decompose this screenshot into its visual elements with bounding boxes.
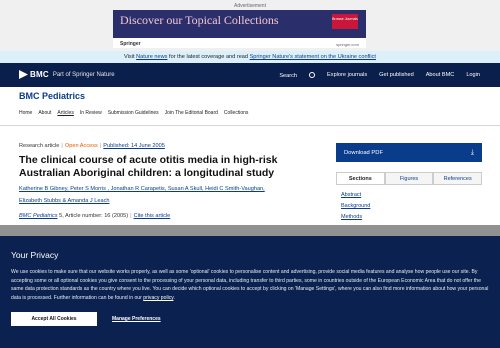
open-access-badge: Open Access (64, 143, 98, 149)
journal-nav-about[interactable]: About (38, 110, 51, 116)
ad-footer-bar (113, 38, 366, 48)
tab-sections[interactable]: Sections (336, 172, 385, 184)
bmc-logo-icon (19, 70, 28, 79)
logo-text: BMC (30, 70, 49, 79)
journal-nav-collections[interactable]: Collections (224, 110, 248, 116)
accept-all-cookies-button[interactable]: Accept All Cookies (11, 312, 97, 326)
notice-middle: for the latest coverage and read (167, 54, 250, 60)
ad-strip: Advertisement Discover our Topical Colle… (0, 0, 500, 51)
download-icon: ⤓ (470, 149, 474, 156)
download-pdf-button[interactable]: Download PDF ⤓ (336, 143, 482, 162)
privacy-body: We use cookies to make sure that our web… (11, 269, 489, 301)
section-link-methods[interactable]: Methods (341, 212, 370, 223)
search-label: Search (279, 73, 298, 79)
journal-nav: Home About Articles In Review Submission… (19, 110, 254, 116)
journal-nav-submission-guidelines[interactable]: Submission Guidelines (108, 110, 159, 116)
ad-sponsor: Springer (120, 41, 141, 47)
ad-label: Advertisement (234, 3, 266, 9)
authors-line-2[interactable]: Elizabeth Stubbs & Amanda J Leach (19, 198, 110, 204)
ad-url: springer.com (336, 42, 359, 47)
ad-title: Discover our Topical Collections (120, 13, 279, 27)
privacy-body-text: We use cookies to make sure that our web… (11, 269, 489, 301)
ad-badge: Browse Journals (332, 14, 358, 29)
download-pdf-label: Download PDF (344, 149, 383, 156)
about-bmc-link[interactable]: About BMC (426, 72, 455, 78)
section-link-background[interactable]: Background (341, 201, 370, 212)
notice-prefix: Visit (124, 54, 137, 60)
search-icon (309, 72, 316, 78)
journal-nav-home[interactable]: Home (19, 110, 32, 116)
citation-line: BMC Pediatrics 5, Article number: 16 (20… (19, 213, 171, 219)
bmc-logo[interactable]: BMC Part of Springer Nature (19, 70, 115, 79)
section-link-abstract[interactable]: Abstract (341, 190, 370, 201)
get-published-link[interactable]: Get published (379, 72, 414, 78)
journal-nav-articles[interactable]: Articles (57, 110, 73, 116)
journal-nav-editorial-board[interactable]: Join The Editorial Board (165, 110, 218, 116)
journal-nav-in-review[interactable]: In Review (80, 110, 102, 116)
privacy-banner: Your Privacy We use cookies to make sure… (0, 236, 500, 348)
ukraine-statement-link[interactable]: Springer Nature's statement on the Ukrai… (250, 54, 376, 60)
search-button[interactable]: Search (267, 71, 316, 79)
citation-text: 5, Article number: 16 (2005) (59, 213, 129, 219)
article-meta: Research article | Open Access | Published: … (19, 143, 165, 149)
journal-title[interactable]: BMC Pediatrics (19, 91, 85, 101)
journal-name-link[interactable]: BMC Pediatrics (19, 213, 58, 219)
logo-subtitle: Part of Springer Nature (52, 71, 115, 78)
published-date[interactable]: Published: 14 June 2005 (103, 143, 165, 149)
login-link[interactable]: Login (466, 72, 480, 78)
top-nav-links: Search Explore journals Get published Ab… (255, 63, 480, 87)
nature-news-link[interactable]: Nature news (136, 54, 167, 60)
notice-bar: Visit Nature news for the latest coverag… (0, 51, 500, 63)
tab-references[interactable]: References (433, 172, 483, 184)
authors-line-1[interactable]: Katherine B Gibney, Peter S Morris , Jon… (19, 186, 265, 192)
section-list: Abstract Background Methods (341, 190, 370, 222)
author-list: Katherine B Gibney, Peter S Morris , Jon… (19, 184, 319, 207)
cite-this-article-link[interactable]: Cite this article (134, 213, 171, 219)
explore-journals-link[interactable]: Explore journals (327, 72, 367, 78)
manage-preferences-button[interactable]: Manage Preferences (112, 316, 161, 322)
article-type: Research article (19, 143, 60, 149)
privacy-policy-link[interactable]: privacy policy (143, 295, 173, 301)
sidebar-tabs: Sections Figures References (336, 172, 483, 185)
top-nav-bar: BMC Part of Springer Nature Search Explo… (0, 63, 500, 87)
privacy-heading: Your Privacy (11, 250, 59, 260)
tab-figures[interactable]: Figures (384, 172, 434, 184)
header-divider (0, 125, 500, 126)
ad-banner[interactable]: Discover our Topical Collections Browse … (113, 10, 366, 48)
article-title: The clinical course of acute otitis medi… (19, 154, 278, 179)
